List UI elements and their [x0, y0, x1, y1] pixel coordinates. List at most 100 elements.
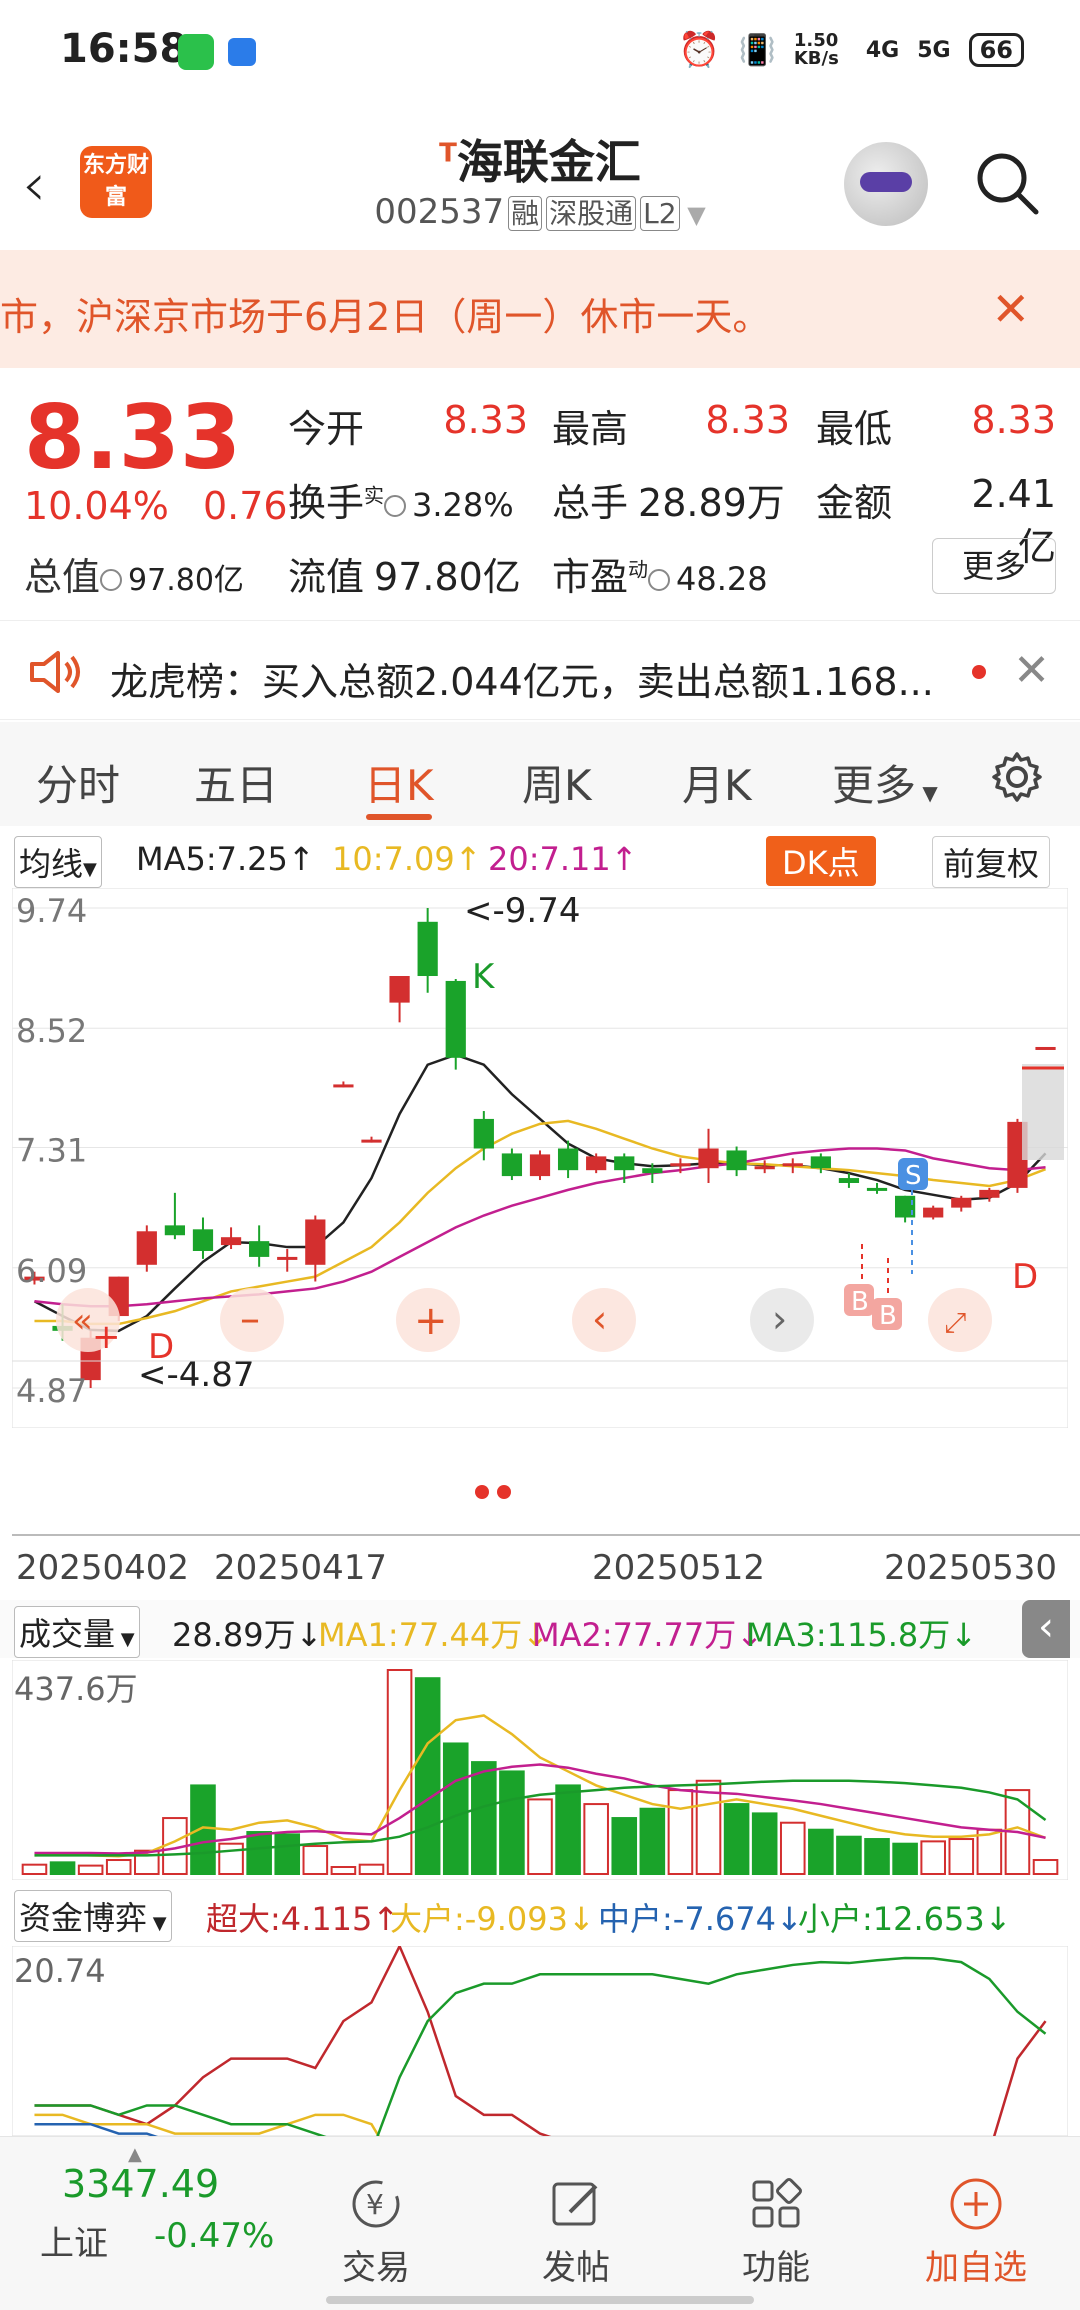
- amount-label: 金额: [816, 481, 893, 525]
- fund-selector[interactable]: 资金博弈 ▼: [14, 1890, 172, 1942]
- float-label: 流值: [288, 555, 365, 599]
- adjust-button[interactable]: 前复权: [932, 836, 1051, 888]
- nav-add-watchlist[interactable]: 加自选: [906, 2176, 1046, 2289]
- active-tab-indicator: [366, 814, 432, 820]
- tab-monthly-k[interactable]: 月K: [682, 752, 752, 813]
- notice-text: 市，沪深京市场于6月2日（周一）休市一天。: [0, 295, 771, 339]
- candle-body: [979, 1189, 1000, 1198]
- index-change[interactable]: -0.47%: [154, 2216, 274, 2256]
- d-mark-right: D: [1012, 1257, 1038, 1297]
- search-icon[interactable]: [974, 150, 1040, 216]
- battery-indicator: 66: [968, 33, 1024, 67]
- volume-bar: [274, 1833, 301, 1875]
- assistant-robot-icon[interactable]: [844, 142, 928, 226]
- candle-body: [1035, 1046, 1056, 1050]
- candle-body: [726, 1150, 747, 1171]
- volume-bar: [1032, 1859, 1059, 1875]
- wechat-icon: [178, 34, 214, 70]
- turnover-cell: 换手实 3.28%: [288, 472, 514, 527]
- volume-current: 28.89万↓: [172, 1616, 323, 1654]
- fund-small-text: 小户:12.653: [798, 1900, 985, 1938]
- svg-text:¥: ¥: [366, 2188, 384, 2221]
- dragon-tiger-bar[interactable]: 龙虎榜：买入总额2.044亿元，卖出总额1.168... ✕: [0, 620, 1080, 720]
- volume-chart[interactable]: 437.6万: [12, 1660, 1068, 1880]
- nav-trade-label: 交易: [342, 2248, 410, 2288]
- ma-selector[interactable]: 均线▼: [14, 836, 102, 888]
- candle-body: [192, 1229, 214, 1251]
- candle-body: [277, 1256, 298, 1260]
- ma10-text: 10:7.09: [332, 840, 455, 878]
- date-tick-1: 20250402: [16, 1548, 190, 1588]
- tab-more[interactable]: 更多 ▼: [832, 752, 938, 813]
- kline-y-tick: 9.74: [16, 892, 87, 930]
- signal-4g: 4G: [865, 37, 900, 63]
- edit-icon: [552, 2182, 598, 2226]
- candle-body: [501, 1153, 523, 1177]
- open-label: 今开: [288, 407, 365, 451]
- home-indicator: [326, 2296, 754, 2304]
- volume-selector[interactable]: 成交量 ▼: [14, 1606, 140, 1658]
- volume-bar: [218, 1842, 244, 1875]
- page-dot-1: [475, 1485, 489, 1499]
- pe-cell: 市盈动 48.28: [552, 546, 768, 601]
- close-icon[interactable]: ✕: [1013, 645, 1050, 696]
- tab-intraday[interactable]: 分时: [36, 752, 120, 813]
- stock-code: 002537: [374, 192, 505, 232]
- volume-bar: [639, 1807, 666, 1876]
- fund-y-top: 20.74: [14, 1952, 106, 1990]
- dropdown-icon: ▼: [115, 1629, 135, 1650]
- volume-bar: [836, 1835, 862, 1876]
- mktcap-cell: 总值 97.80亿: [24, 546, 244, 601]
- tab-weekly-k[interactable]: 周K: [522, 752, 592, 813]
- quote-panel: 8.33 10.04% 0.76 总值 97.80亿 今开 8.33 最高 8.3…: [0, 380, 1080, 620]
- fund-large: 大户:-9.093↓: [390, 1900, 595, 1938]
- fund-small: 小户:12.653↓: [798, 1900, 1012, 1938]
- close-icon[interactable]: ✕: [991, 282, 1030, 336]
- kline-chart[interactable]: 9.74 8.52 7.31 6.09 4.87 <-9.74 K <-4.87 D D…: [12, 888, 1068, 1428]
- high-label: 最高: [552, 407, 629, 451]
- fund-flow-chart[interactable]: 20.74: [12, 1946, 1068, 2136]
- index-value[interactable]: 3347.49: [62, 2162, 219, 2206]
- index-name[interactable]: 上证: [40, 2216, 108, 2265]
- vibrate-icon: 📳: [738, 32, 776, 68]
- candle-body: [951, 1197, 972, 1208]
- volume-bar: [21, 1863, 48, 1876]
- status-right: ⏰ 📳 1.50 KB/s 4G 5G 66: [678, 30, 1024, 70]
- volume-bars: [12, 1660, 1068, 1880]
- nav-trade[interactable]: ¥ 交易: [306, 2176, 446, 2289]
- volume-bar: [667, 1789, 694, 1875]
- candle-body: [838, 1178, 860, 1183]
- ma20-text: 20:7.11: [488, 840, 611, 878]
- change-pct: 10.04%: [24, 484, 169, 528]
- vol-ma1-text: MA1:77.44万: [318, 1616, 523, 1654]
- settings-gear-icon[interactable]: [990, 750, 1044, 804]
- vol-ma1: MA1:77.44万↓: [318, 1616, 550, 1654]
- kline-y-tick: 4.87: [16, 1372, 87, 1410]
- add-circle-icon: [950, 2178, 1002, 2230]
- ma-legend-bar: 均线▼ MA5:7.25↑ 10:7.09↑ 20:7.11↑ DK点 前复权: [0, 830, 1080, 888]
- notice-banner[interactable]: 市，沪深京市场于6月2日（周一）休市一天。 ✕: [0, 250, 1080, 368]
- dropdown-icon: ▼: [83, 859, 97, 880]
- vol-ma3: MA3:115.8万↓: [746, 1616, 978, 1654]
- chevron-left-icon: ‹: [592, 1297, 607, 1341]
- app-notify-icon: [228, 38, 256, 66]
- s-mark: S: [905, 1161, 922, 1191]
- more-quote-button[interactable]: 更多: [932, 538, 1056, 594]
- collapse-panel-button[interactable]: ‹: [1022, 1600, 1070, 1658]
- volume-bar: [190, 1784, 216, 1875]
- kline-ma-lines: [33, 1053, 1047, 1333]
- signal-5g: 5G: [917, 37, 951, 63]
- volume-bar: [527, 1798, 553, 1875]
- date-tick-3: 20250512: [592, 1548, 766, 1588]
- dk-point-button[interactable]: DK点: [766, 836, 876, 886]
- volume-bar: [864, 1838, 890, 1875]
- candle-body: [923, 1207, 944, 1218]
- volume-bar: [583, 1803, 609, 1875]
- tab-daily-k[interactable]: 日K: [364, 752, 434, 813]
- nav-post[interactable]: 发帖: [506, 2176, 646, 2289]
- volume-bar: [555, 1784, 581, 1875]
- nav-post-label: 发帖: [542, 2248, 610, 2288]
- low-label: 最低: [816, 407, 893, 451]
- tab-five-day[interactable]: 五日: [194, 752, 278, 813]
- nav-functions[interactable]: 功能: [706, 2176, 846, 2289]
